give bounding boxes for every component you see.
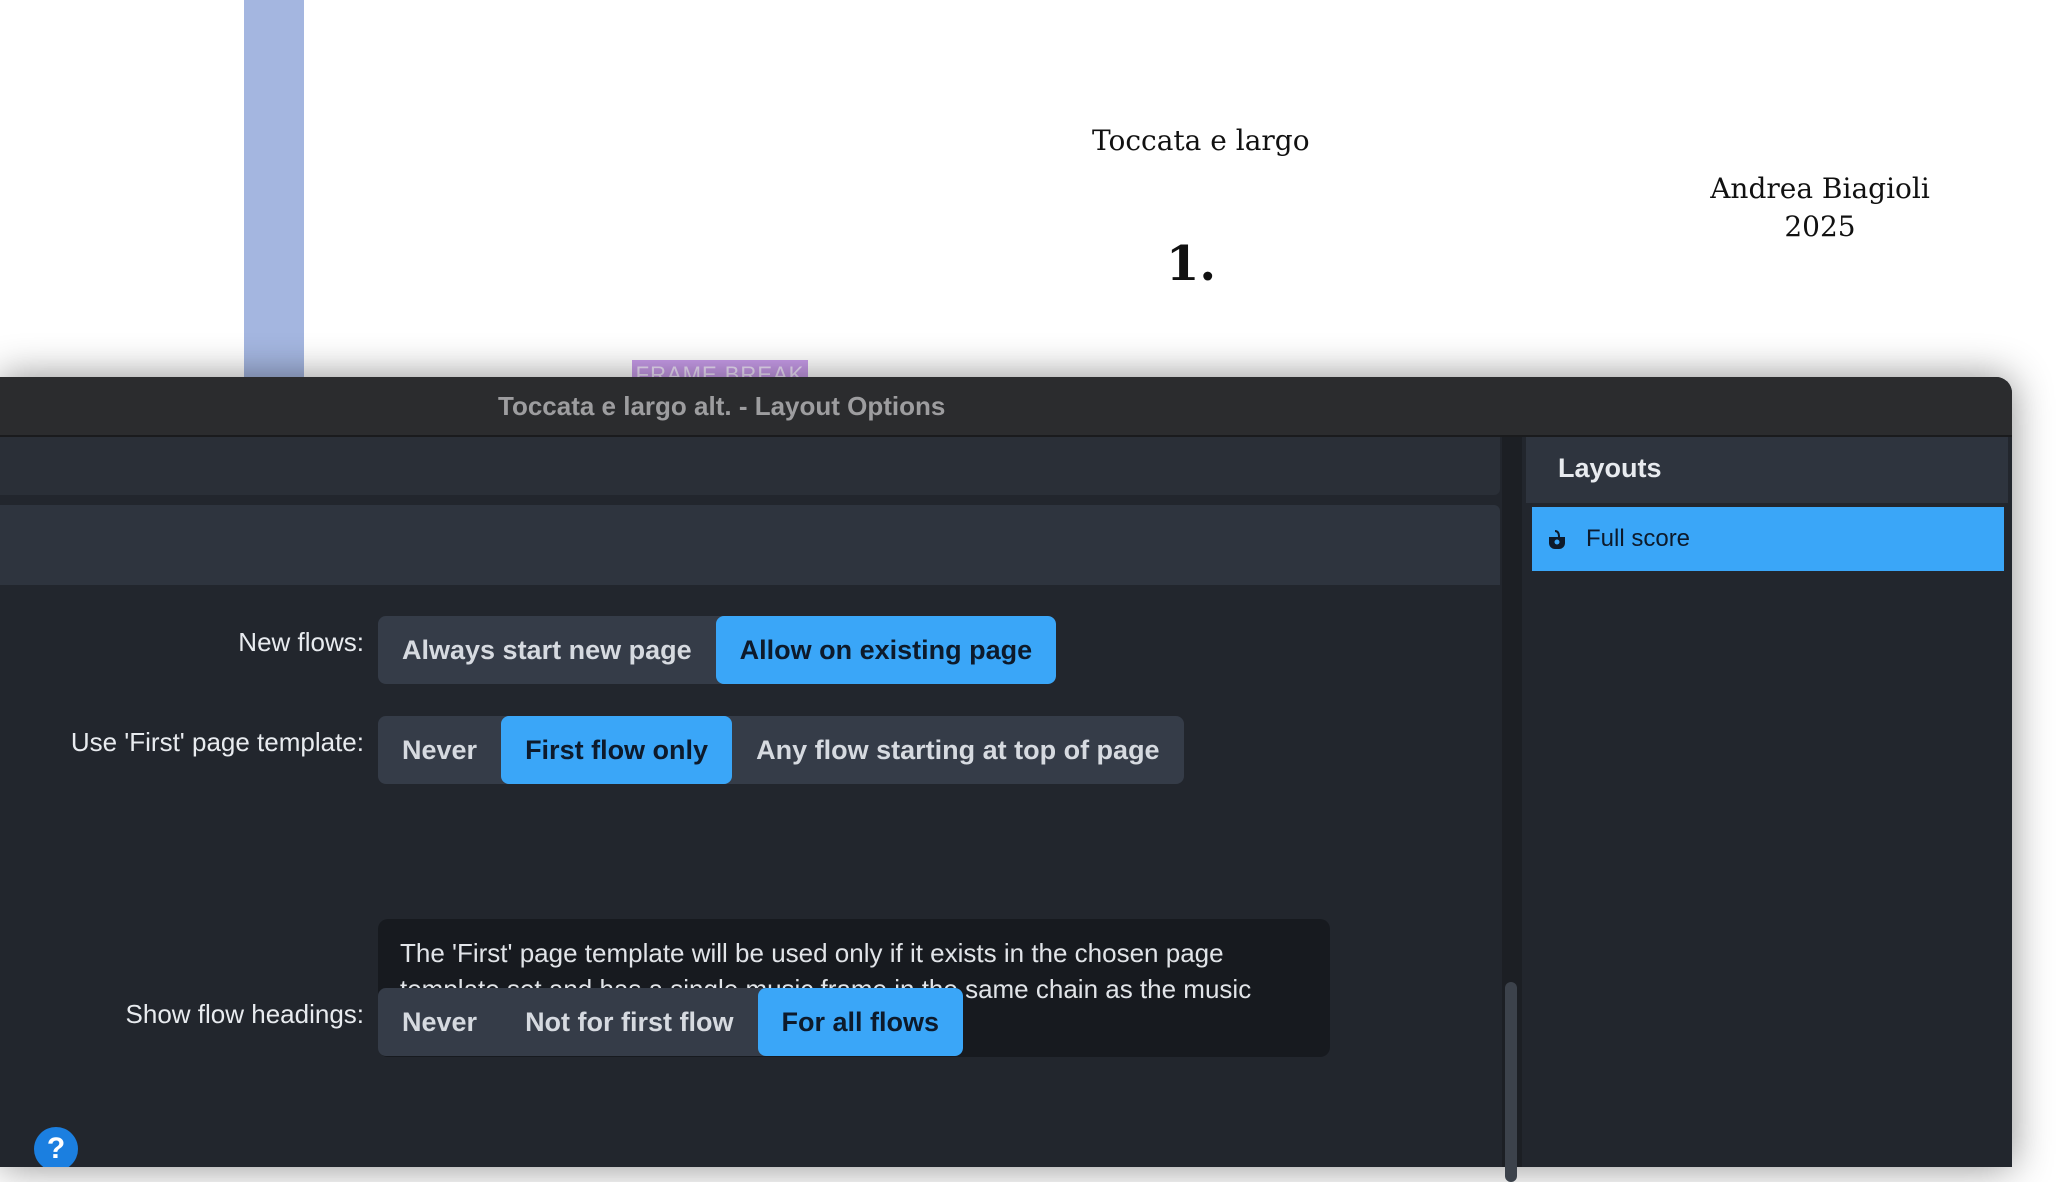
any-flow-top-of-page-button[interactable]: Any flow starting at top of page [732,716,1184,784]
window-title: Toccata e largo alt. - Layout Options [498,391,946,421]
template-never-button[interactable]: Never [378,716,501,784]
first-page-template-segmented: Never First flow only Any flow starting … [378,716,1184,784]
layout-item-label: Full score [1586,525,1691,552]
layouts-header: Layouts [1526,437,2008,503]
scrollbar-thumb[interactable] [1505,982,1517,1182]
headings-never-button[interactable]: Never [378,988,501,1056]
score-composer: Andrea Biagioli 2025 [1700,170,1940,246]
full-score-icon [1546,528,1568,550]
first-flow-only-button[interactable]: First flow only [501,716,733,784]
show-flow-headings-label: Show flow headings: [125,999,364,1029]
always-start-new-page-button[interactable]: Always start new page [378,616,716,684]
for-all-flows-button[interactable]: For all flows [757,988,964,1056]
allow-on-existing-page-button[interactable]: Allow on existing page [715,616,1057,684]
layout-item-full-score[interactable]: Full score [1532,507,2004,571]
layouts-title: Layouts [1558,453,1662,483]
title-bar[interactable]: Toccata e largo alt. - Layout Options [0,377,2012,437]
composer-name: Andrea Biagioli [1710,172,1930,205]
not-for-first-flow-button[interactable]: Not for first flow [501,988,757,1056]
help-icon[interactable]: ? [34,1127,78,1167]
first-page-template-label: Use 'First' page template: [70,727,364,757]
score-title: Toccata e largo [1092,124,1310,157]
section-header [0,505,1500,585]
options-panel: New flows: Always start new page Allow o… [0,437,1502,1167]
flow-headings-segmented: Never Not for first flow For all flows [378,988,964,1056]
category-bar [0,437,1500,495]
new-flows-segmented: Always start new page Allow on existing … [378,616,1057,684]
composition-year: 2025 [1784,210,1856,243]
layouts-panel: Layouts Full score [1526,437,2008,1167]
flow-number: 1. [1166,236,1217,292]
page-margin-strip [244,0,304,385]
layout-options-dialog: Toccata e largo alt. - Layout Options Ne… [0,377,2012,1167]
new-flows-label: New flows: [238,627,364,657]
